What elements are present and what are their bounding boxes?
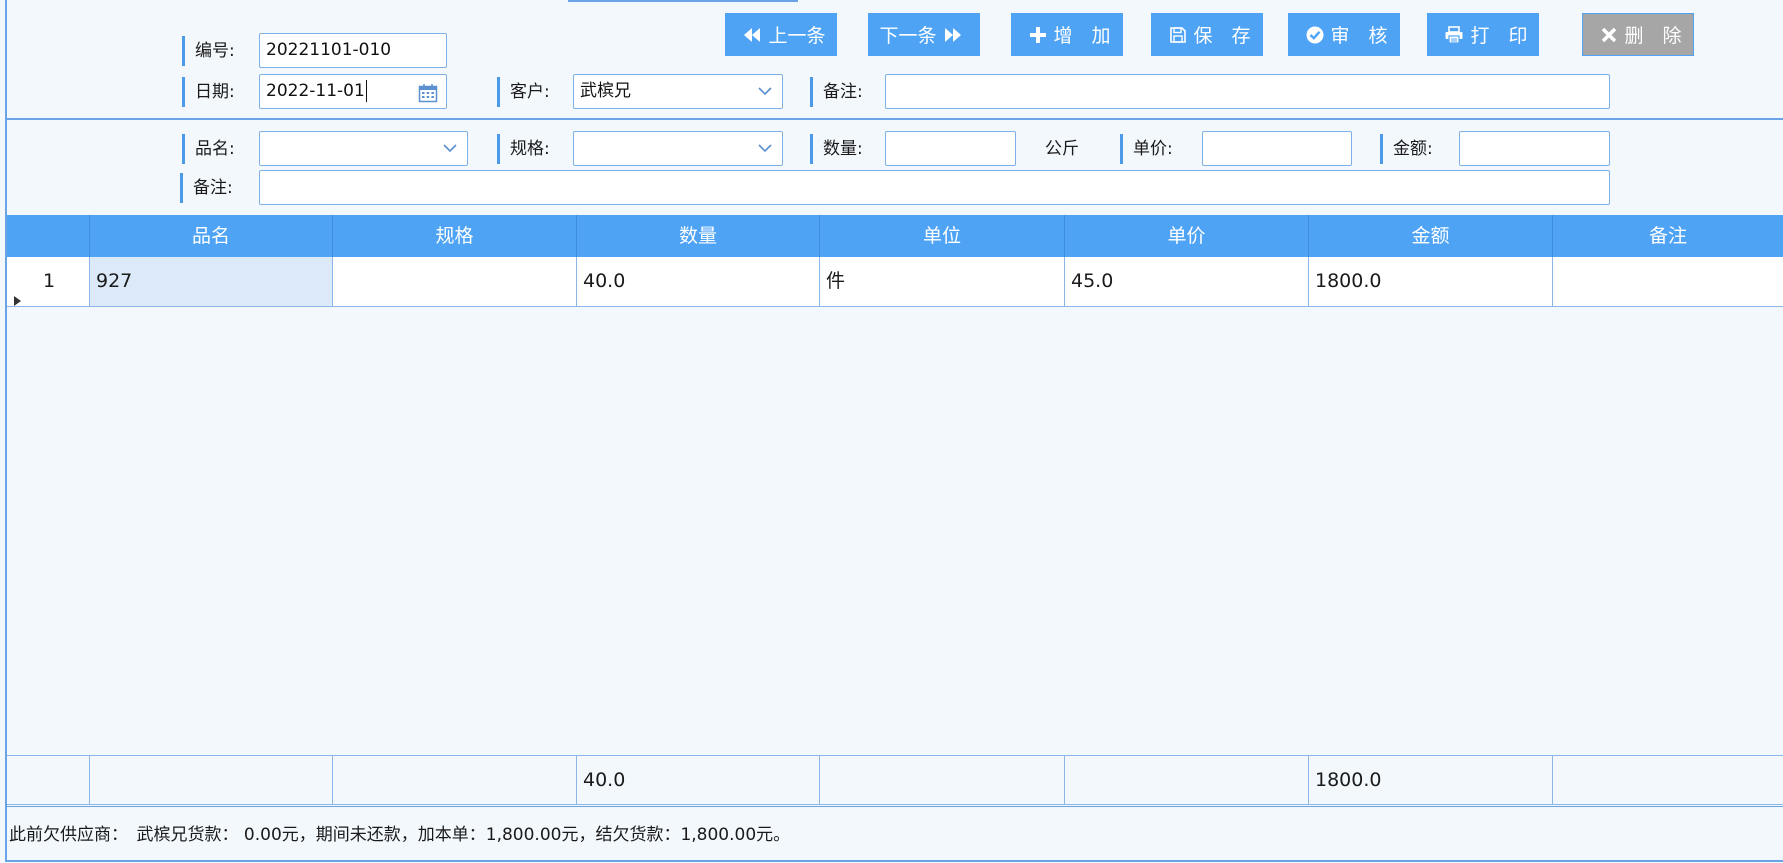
next-record-label: 下一条 <box>879 25 937 47</box>
column-header-spec[interactable]: 规格 <box>333 215 577 257</box>
entry-note-input[interactable] <box>259 170 1610 205</box>
spec-select[interactable] <box>573 131 783 166</box>
customer-select[interactable]: 武槟兄 <box>573 74 783 109</box>
column-header-note[interactable]: 备注 <box>1553 215 1783 257</box>
audit-button[interactable]: 审 核 <box>1288 13 1400 56</box>
double-chevron-right-icon <box>943 27 963 43</box>
product-select[interactable] <box>259 131 468 166</box>
print-label: 打 印 <box>1470 25 1528 47</box>
row-pointer-icon <box>14 276 21 325</box>
spec-label: 规格: <box>497 134 550 164</box>
summary-amount: 1800.0 <box>1309 756 1553 804</box>
price-label: 单价: <box>1120 134 1173 164</box>
prev-record-button[interactable]: 上一条 <box>725 13 837 56</box>
double-chevron-left-icon <box>742 27 762 43</box>
chevron-down-icon <box>758 132 772 165</box>
qty-label: 数量: <box>810 134 863 164</box>
window-frame <box>5 0 1783 862</box>
cell-unit[interactable]: 件 <box>820 257 1065 306</box>
floppy-disk-icon <box>1169 26 1187 44</box>
header-note-input[interactable] <box>885 74 1610 109</box>
summary-product <box>90 756 333 804</box>
amount-input[interactable] <box>1459 131 1610 166</box>
number-input[interactable]: 20221101-010 <box>259 33 447 68</box>
column-header-unit[interactable]: 单位 <box>820 215 1065 257</box>
qty-input[interactable] <box>885 131 1016 166</box>
top-accent-line <box>568 0 798 2</box>
footer-divider <box>7 806 1783 807</box>
summary-note <box>1553 756 1783 804</box>
delete-label: 删 除 <box>1624 25 1682 47</box>
summary-row: 40.0 1800.0 <box>7 755 1783 805</box>
cell-price[interactable]: 45.0 <box>1065 257 1309 306</box>
summary-corner <box>7 756 90 804</box>
date-input[interactable]: 2022-11-01 <box>259 74 447 109</box>
check-circle-icon <box>1306 26 1324 44</box>
price-input[interactable] <box>1202 131 1352 166</box>
amount-label: 金额: <box>1380 134 1433 164</box>
cell-spec[interactable] <box>333 257 577 306</box>
balance-summary-text: 此前欠供应商： 武槟兄货款： 0.00元，期间未还款，加本单：1,800.00元… <box>9 825 791 845</box>
date-label: 日期: <box>182 77 235 107</box>
save-label: 保 存 <box>1193 25 1251 47</box>
summary-price <box>1065 756 1309 804</box>
entry-note-label: 备注: <box>180 173 233 203</box>
column-header-qty[interactable]: 数量 <box>577 215 820 257</box>
prev-record-label: 上一条 <box>768 25 826 47</box>
cell-product[interactable]: 927 <box>90 257 333 306</box>
cell-note[interactable] <box>1553 257 1783 306</box>
customer-value: 武槟兄 <box>580 81 631 101</box>
delete-button[interactable]: 删 除 <box>1582 13 1694 56</box>
grid-header-corner <box>7 215 90 257</box>
header-divider <box>7 118 1783 120</box>
plus-icon <box>1029 26 1047 44</box>
printer-icon <box>1444 25 1464 44</box>
add-button[interactable]: 增 加 <box>1011 13 1123 56</box>
next-record-button[interactable]: 下一条 <box>868 13 980 56</box>
cell-qty[interactable]: 40.0 <box>577 257 820 306</box>
print-button[interactable]: 打 印 <box>1427 13 1539 56</box>
row-header[interactable]: 1 <box>7 257 90 306</box>
save-button[interactable]: 保 存 <box>1151 13 1263 56</box>
header-note-label: 备注: <box>810 77 863 107</box>
column-header-product[interactable]: 品名 <box>90 215 333 257</box>
add-label: 增 加 <box>1053 25 1111 47</box>
grid-header: 品名 规格 数量 单位 单价 金额 备注 <box>7 215 1783 257</box>
table-row[interactable]: 1 927 40.0 件 45.0 1800.0 <box>7 257 1783 307</box>
audit-label: 审 核 <box>1330 25 1388 47</box>
cell-amount[interactable]: 1800.0 <box>1309 257 1553 306</box>
date-value: 2022-11-01 <box>266 81 365 101</box>
summary-qty: 40.0 <box>577 756 820 804</box>
product-label: 品名: <box>182 134 235 164</box>
column-header-price[interactable]: 单价 <box>1065 215 1309 257</box>
summary-spec <box>333 756 577 804</box>
number-label: 编号: <box>182 36 235 66</box>
row-index: 1 <box>43 270 56 292</box>
unit-text: 公斤 <box>1045 139 1079 159</box>
chevron-down-icon <box>443 132 457 165</box>
number-value: 20221101-010 <box>266 40 392 60</box>
column-header-amount[interactable]: 金额 <box>1309 215 1553 257</box>
close-icon <box>1600 26 1618 44</box>
calendar-icon[interactable] <box>418 82 438 108</box>
text-caret <box>365 80 367 102</box>
summary-unit <box>820 756 1065 804</box>
customer-label: 客户: <box>497 77 550 107</box>
chevron-down-icon <box>758 75 772 108</box>
